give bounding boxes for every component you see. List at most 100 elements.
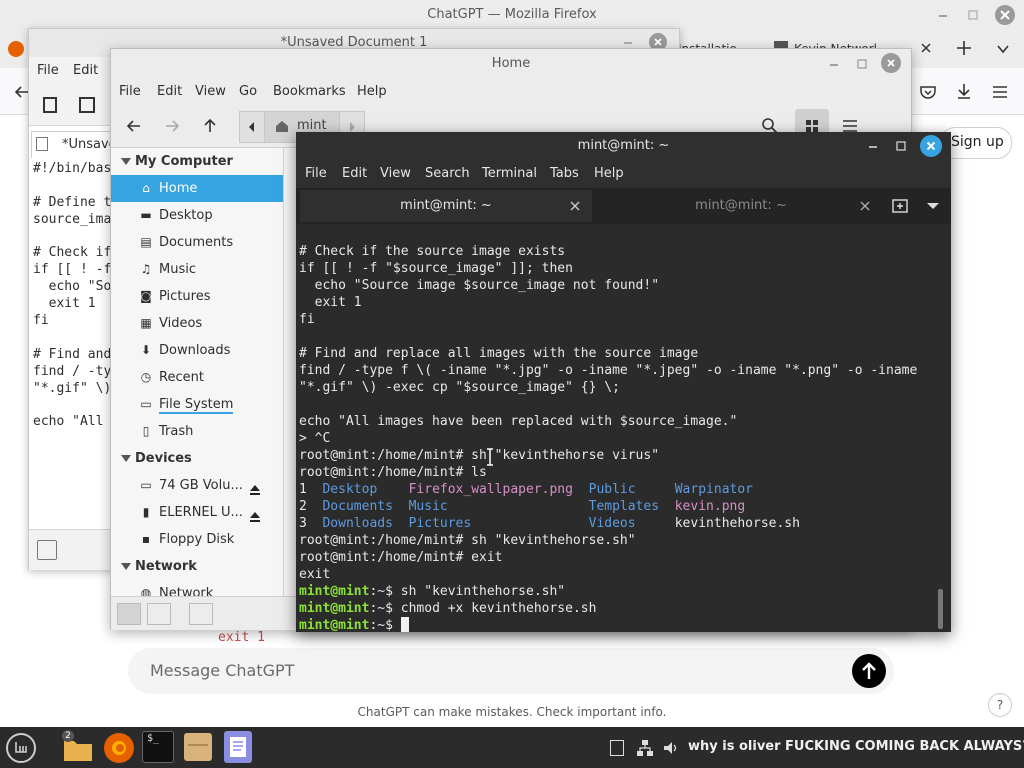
taskbar-files-button[interactable]: 2 [62, 730, 94, 763]
pictures-icon: ◙ [140, 289, 152, 303]
message-input-placeholder: Message ChatGPT [150, 661, 295, 680]
sidebar-item-trash[interactable]: ▯ Trash [111, 418, 283, 445]
eject-icon[interactable] [249, 506, 261, 522]
terminal-close-button[interactable] [920, 135, 942, 157]
sidebar-item-recent[interactable]: ◷ Recent [111, 364, 283, 391]
taskbar-archive-button[interactable] [184, 733, 212, 761]
tabs-menu-button[interactable] [926, 200, 940, 212]
minimize-icon [939, 15, 947, 17]
sidebar-item-downloads[interactable]: ⬇ Downloads [111, 337, 283, 364]
sidebar-item-videos[interactable]: ▦ Videos [111, 310, 283, 337]
floppy-icon: ▪ [141, 532, 151, 546]
files-close-button[interactable] [881, 53, 901, 73]
sidebar-item-filesystem[interactable]: ▭ File System [111, 391, 283, 418]
terminal-scrollbar[interactable] [938, 589, 943, 629]
terminal-maximize-button[interactable] [894, 139, 908, 153]
mint-menu-button[interactable] [6, 733, 36, 763]
taskbar-terminal-button[interactable]: $_ [142, 731, 174, 763]
firefox-close-button[interactable] [994, 4, 1016, 26]
side-panel-toggle-icon[interactable] [37, 540, 57, 560]
sidebar-item-floppy[interactable]: ▪ Floppy Disk [111, 526, 283, 553]
open-document-icon[interactable] [79, 97, 95, 113]
eject-icon[interactable] [249, 479, 261, 495]
places-toggle-icon[interactable] [117, 603, 141, 625]
sidebar-section-header[interactable]: Devices [111, 445, 283, 472]
send-button[interactable] [852, 654, 886, 688]
chevron-down-icon [927, 203, 939, 209]
files-menu-item[interactable]: Bookmarks [273, 84, 346, 99]
terminal-menu-item[interactable]: Tabs [550, 166, 579, 181]
terminal-line: root@mint:/home/mint# sh "kevinthehorse.… [299, 532, 636, 549]
downloads-icon: ⬇ [140, 343, 152, 357]
close-icon [860, 201, 870, 211]
terminal-output[interactable]: # Check if the source image exists if [[ … [296, 224, 951, 632]
editor-menu-edit[interactable]: Edit [73, 63, 98, 78]
terminal-menu-item[interactable]: Help [594, 166, 624, 181]
sidebar-item-usb[interactable]: ▮ ELERNEL U... [111, 499, 283, 526]
app-menu-button[interactable] [990, 82, 1010, 102]
new-tab-button[interactable] [892, 198, 910, 214]
volume-tray-icon[interactable] [662, 739, 680, 757]
sidebar-section-header[interactable]: Network [111, 553, 283, 580]
terminal-tab-active[interactable]: mint@mint: ~ [300, 190, 592, 222]
new-tab-button[interactable] [955, 39, 973, 57]
terminal-menu-item[interactable]: View [380, 166, 411, 181]
help-button[interactable]: ? [988, 693, 1012, 717]
sidebar-item-label: Network [159, 586, 214, 596]
sidebar-item-home[interactable]: ⌂ Home [111, 175, 283, 202]
files-menu-item[interactable]: View [195, 84, 226, 99]
files-minimize-button[interactable] [827, 57, 841, 71]
terminal-minimize-button[interactable] [866, 139, 880, 153]
terminal-menu-item[interactable]: File [305, 166, 327, 181]
editor-code-line [33, 397, 111, 414]
files-menu-item[interactable]: Edit [157, 84, 182, 99]
editor-minimize-button[interactable] [621, 35, 635, 49]
pocket-button[interactable] [918, 82, 938, 102]
chevron-left-icon [249, 122, 254, 132]
tab-close-button[interactable] [858, 199, 872, 213]
up-button[interactable] [201, 117, 219, 135]
terminal-menu-item[interactable]: Search [425, 166, 470, 181]
sidebar-section-header[interactable]: My Computer [111, 148, 283, 175]
sidebar-item-documents[interactable]: ▤ Documents [111, 229, 283, 256]
terminal-text: Warpinator [674, 482, 754, 497]
editor-code-line [33, 330, 111, 347]
tab-close-button[interactable] [568, 199, 582, 213]
sidebar-item-drive[interactable]: ▭ 74 GB Volu... [111, 472, 283, 499]
terminal-menu-item[interactable]: Terminal [482, 166, 537, 181]
editor-code-line: fi [33, 313, 49, 329]
terminal-menu-item[interactable]: Edit [342, 166, 367, 181]
files-menu-item[interactable]: Go [239, 84, 257, 99]
notes-tray-icon[interactable] [610, 740, 624, 756]
network-tray-icon[interactable] [636, 739, 654, 757]
editor-menu-file[interactable]: File [37, 63, 59, 78]
terminal-text: Desktop [322, 482, 378, 497]
taskbar-text-editor-button[interactable] [224, 731, 252, 763]
path-left-button[interactable] [239, 111, 265, 143]
files-menu-item[interactable]: Help [357, 84, 387, 99]
terminal-text: root@mint:/home/mint# sh "kevinthehorse.… [299, 533, 636, 548]
terminal-line: 1 Desktop Firefox_wallpaper.png Public W… [299, 481, 753, 498]
taskbar-firefox-button[interactable] [104, 733, 134, 763]
message-box[interactable]: Message ChatGPT [128, 648, 894, 694]
tree-toggle-icon[interactable] [147, 603, 171, 625]
files-menu-item[interactable]: File [119, 84, 141, 99]
new-document-icon[interactable] [43, 97, 57, 113]
sidebar-item-pictures[interactable]: ◙ Pictures [111, 283, 283, 310]
forward-button[interactable] [163, 117, 181, 135]
editor-tab[interactable]: *Unsave [31, 131, 117, 158]
sidebar-item-desktop[interactable]: ▬ Desktop [111, 202, 283, 229]
editor-code[interactable]: #!/bin/bas # Define t source_ima # Check if… [33, 161, 111, 431]
downloads-button[interactable] [954, 81, 974, 101]
tab-close-button[interactable] [918, 40, 934, 56]
list-all-tabs-button[interactable] [994, 40, 1012, 58]
sidebar-item-music[interactable]: ♫ Music [111, 256, 283, 283]
firefox-maximize-button[interactable] [966, 8, 980, 22]
files-maximize-button[interactable] [855, 57, 869, 71]
sidebar-item-network[interactable]: ◍ Network [111, 580, 283, 596]
terminal-tab-inactive[interactable]: mint@mint: ~ [596, 190, 886, 222]
hide-sidebar-icon[interactable] [189, 603, 213, 625]
back-button[interactable] [125, 117, 143, 135]
firefox-minimize-button[interactable] [936, 8, 950, 22]
